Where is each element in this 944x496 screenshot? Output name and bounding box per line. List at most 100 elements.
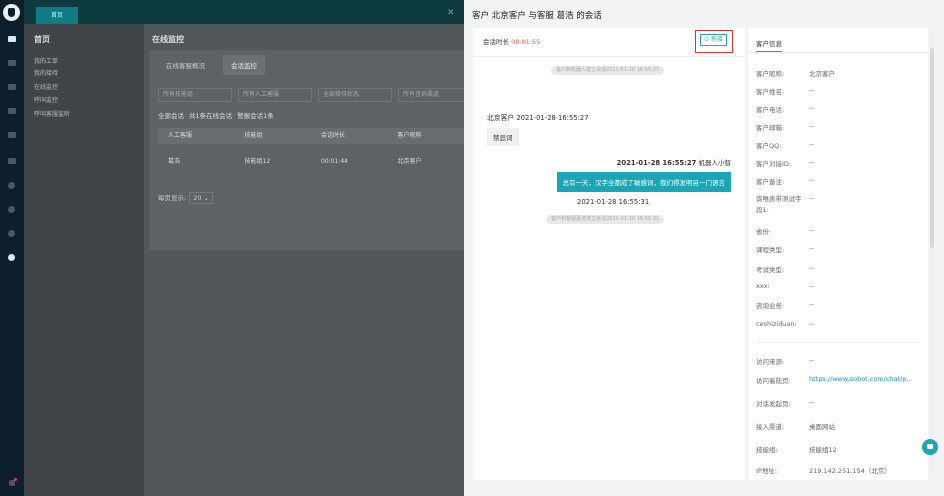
ticket-icon[interactable] <box>8 108 16 114</box>
divider <box>756 342 920 343</box>
info-row: IP地址: 219.142.251.154（北京） <box>756 465 891 475</box>
filter-skill-group[interactable]: 所有技能组 <box>158 88 232 102</box>
tab-session-monitor[interactable]: 会话监控 <box>223 55 265 75</box>
nav-item-my-reception[interactable]: 我的接待 <box>34 68 58 77</box>
col-duration: 会话时长 <box>321 132 346 139</box>
info-key: 客户QQ: <box>756 142 782 150</box>
secondary-sidebar: 首页 我的工单 我的接待 在线监控 呼叫监控 呼叫客服监听 <box>24 24 144 496</box>
table-row[interactable]: 葛浩 技能组12 00:01:44 北京客户 <box>158 154 464 170</box>
settings-icon[interactable] <box>8 230 15 237</box>
info-key: 访问来源: <box>756 358 785 366</box>
scrollbar-thumb[interactable] <box>930 48 934 248</box>
person-icon[interactable] <box>8 132 16 138</box>
monitor-icon[interactable] <box>8 254 15 261</box>
nav-item-call-monitor[interactable]: 呼叫监控 <box>34 95 58 104</box>
page-size-label: 每页显示: <box>158 194 187 202</box>
info-value: -- <box>809 122 814 130</box>
divider <box>473 56 745 57</box>
chat-float-icon[interactable] <box>922 439 938 455</box>
info-value: -- <box>809 398 814 406</box>
nav-title: 首页 <box>34 35 50 44</box>
info-row: 客户QQ: -- <box>756 140 814 150</box>
count-online[interactable]: 共1条在线会话 <box>189 110 232 120</box>
info-key: 对话发起页: <box>756 400 791 408</box>
info-key: 接入渠道: <box>756 423 785 431</box>
info-value: -- <box>809 140 814 148</box>
bot-message-bubble: 总有一天，汉字全都成了敏感词，我们得发明另一门语言 <box>556 172 731 192</box>
conversation-drawer: 客户 北京客户 与客服 葛浩 的会话 会话时长 00:01:55 ⊙ 抢接 客户… <box>464 0 944 496</box>
info-key: 客户对接ID: <box>756 160 792 168</box>
duration-label: 会话时长 <box>483 38 509 46</box>
info-key: 技能组: <box>756 446 778 454</box>
info-value: -- <box>809 226 814 234</box>
info-value: -- <box>809 158 814 166</box>
info-key: 客户姓名: <box>756 88 785 96</box>
info-row: ceshiziduan: -- <box>756 320 814 328</box>
message-timestamp: 2021-01-28 16:55:31 <box>577 198 650 206</box>
page-title: 在线监控 <box>152 35 184 44</box>
duration-value: 00:01:55 <box>511 38 541 46</box>
tab-customer-info[interactable]: 客户信息 <box>756 38 782 52</box>
filter-agent[interactable]: 所有人工客服 <box>238 88 312 102</box>
info-value: -- <box>809 176 814 184</box>
info-key: 省份: <box>756 228 772 236</box>
count-all[interactable]: 全部会话 <box>158 110 184 120</box>
info-value: 北京客户 <box>809 70 835 78</box>
close-icon[interactable]: ✕ <box>447 8 455 18</box>
page-size-select[interactable]: 20 ⌄ <box>189 192 213 204</box>
info-value: -- <box>809 104 814 112</box>
chart-icon[interactable] <box>8 158 16 164</box>
info-value: -- <box>809 244 814 252</box>
col-agent: 人工客服 <box>168 132 193 139</box>
filter-channel[interactable]: 所有咨询渠道 <box>398 88 472 102</box>
info-key: 访问着陆页: <box>756 377 791 385</box>
info-key: xxx: <box>756 282 770 290</box>
info-row: 技能组: 技能组12 <box>756 444 837 454</box>
info-row: 访问来源: -- <box>756 356 814 366</box>
info-row: 客户备注: -- <box>756 176 814 186</box>
info-row: 询唯表带测试字段1: -- <box>756 194 814 216</box>
nav-item-call-listen[interactable]: 呼叫客服监听 <box>34 109 70 118</box>
page-size-value: 20 <box>193 194 202 202</box>
info-row: 客户电话: -- <box>756 104 814 114</box>
info-value: 219.142.251.154（北京） <box>809 467 891 475</box>
tab-overview[interactable]: 在线客服概况 <box>158 55 213 75</box>
info-row: 客户昵称: 北京客户 <box>756 68 835 78</box>
system-message: 客户和客服葛浩建立会话2021-01-28 16:55:31 <box>546 215 665 224</box>
info-key: 咨询业务: <box>756 302 785 310</box>
info-row: 客户姓名: -- <box>756 86 814 96</box>
user-icon[interactable] <box>8 84 16 90</box>
info-key: 考试类型: <box>756 266 785 274</box>
info-row: 课程类型: -- <box>756 244 814 254</box>
left-rail <box>0 0 24 496</box>
grid-icon[interactable] <box>8 60 16 66</box>
bot-name: 机器人小智 <box>698 159 732 167</box>
info-value: -- <box>809 320 814 328</box>
notification-icon[interactable] <box>9 478 17 486</box>
count-alert[interactable]: 警报会话1条 <box>237 110 274 120</box>
top-bar: 首页 <box>24 0 464 24</box>
clock-icon[interactable] <box>8 206 15 213</box>
nav-item-my-tickets[interactable]: 我的工单 <box>34 56 58 65</box>
info-value: -- <box>809 86 814 94</box>
pickup-button[interactable]: ⊙ 抢接 <box>700 34 727 46</box>
info-value: -- <box>809 282 814 290</box>
info-key: 课程类型: <box>756 246 785 254</box>
system-message: 客户和机器人建立会话2021-01-28 16:55:27 <box>551 66 665 75</box>
search-icon[interactable] <box>8 182 15 189</box>
home-icon[interactable] <box>8 36 16 42</box>
col-skill-group: 技能组 <box>244 132 263 139</box>
filter-status[interactable]: 全部接待状态 <box>318 88 392 102</box>
info-key: 客户备注: <box>756 178 785 186</box>
nav-item-online-monitor[interactable]: 在线监控 <box>34 82 58 91</box>
landing-page-link[interactable]: https://www.sobot.com/chat/p... <box>809 375 913 385</box>
tab-home[interactable]: 首页 <box>36 7 78 24</box>
cell-duration: 00:01:44 <box>321 158 348 165</box>
scrollbar[interactable] <box>930 32 934 472</box>
bot-time: 2021-01-28 16:55:27 <box>616 159 697 167</box>
session-duration: 会话时长 00:01:55 <box>483 36 540 46</box>
info-row: 接入渠道: 桌面网站 <box>756 421 835 431</box>
cell-skill-group: 技能组12 <box>244 158 271 165</box>
divider <box>748 52 928 53</box>
app-logo-icon[interactable] <box>3 4 20 21</box>
